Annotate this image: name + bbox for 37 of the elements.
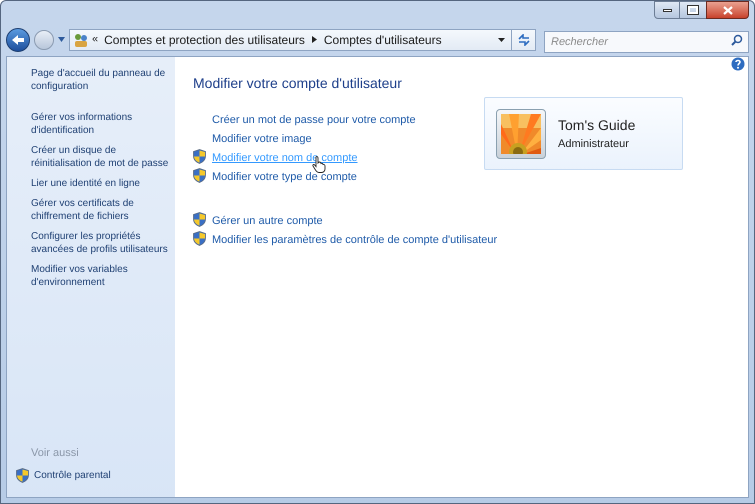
back-button[interactable] bbox=[6, 28, 30, 52]
refresh-icon bbox=[516, 34, 530, 46]
dropdown-arrow-icon[interactable] bbox=[498, 38, 505, 42]
control-panel-icon bbox=[73, 32, 89, 48]
breadcrumb[interactable]: Comptes et protection des utilisateurs bbox=[104, 30, 305, 48]
sidebar-link[interactable]: Gérer vos certificats de chiffrement de fichiers bbox=[31, 197, 171, 223]
sidebar-link[interactable]: Lier une identité en ligne bbox=[31, 177, 171, 190]
task-link[interactable]: Modifier votre image bbox=[212, 132, 312, 144]
sidebar-link[interactable]: Configurer les propriétés avancées de profils utilisateurs bbox=[31, 230, 171, 256]
sidebar-link[interactable]: Créer un disque de réinitialisation de mot de passe bbox=[31, 144, 171, 170]
account-name: Tom's Guide bbox=[558, 116, 636, 135]
search-field[interactable]: Rechercher bbox=[544, 30, 749, 52]
close-icon bbox=[722, 6, 732, 14]
close-button[interactable] bbox=[706, 1, 749, 19]
history-dropdown-icon[interactable] bbox=[58, 37, 65, 42]
breadcrumb[interactable]: Comptes d'utilisateurs bbox=[324, 30, 442, 48]
search-icon bbox=[731, 34, 743, 46]
task-link[interactable]: Gérer un autre compte bbox=[212, 214, 323, 226]
minimize-button[interactable] bbox=[654, 1, 680, 19]
task-link[interactable]: Modifier les paramètres de contrôle de compte d'utilisateur bbox=[212, 234, 498, 246]
task-link[interactable]: Créer un mot de passe pour votre compte bbox=[212, 114, 416, 126]
maximize-button[interactable] bbox=[680, 1, 706, 19]
sidebar-link[interactable]: Modifier vos variables d'environnement bbox=[31, 263, 171, 289]
breadcrumb-arrow-icon bbox=[312, 36, 317, 43]
minimize-icon bbox=[662, 8, 672, 12]
help-icon[interactable] bbox=[731, 57, 745, 71]
account-type: Administrateur bbox=[558, 136, 630, 152]
see-also-heading: Voir aussi bbox=[31, 446, 80, 460]
sidebar-link[interactable]: Gérer vos informations d'identification bbox=[31, 111, 171, 137]
sidebar-link[interactable]: Contrôle parental bbox=[34, 468, 111, 483]
task-link[interactable]: Modifier votre type de compte bbox=[212, 170, 357, 182]
back-arrow-icon bbox=[11, 34, 25, 46]
address-field[interactable]: « Comptes et protection des utilisateurs Comptes d'utilisateurs bbox=[69, 28, 536, 50]
maximize-icon bbox=[688, 6, 698, 14]
sidebar-link[interactable]: Page d'accueil du panneau de configuration bbox=[31, 67, 171, 93]
overflow-chevron[interactable]: « bbox=[92, 31, 98, 48]
page-title: Modifier votre compte d'utilisateur bbox=[193, 74, 403, 93]
